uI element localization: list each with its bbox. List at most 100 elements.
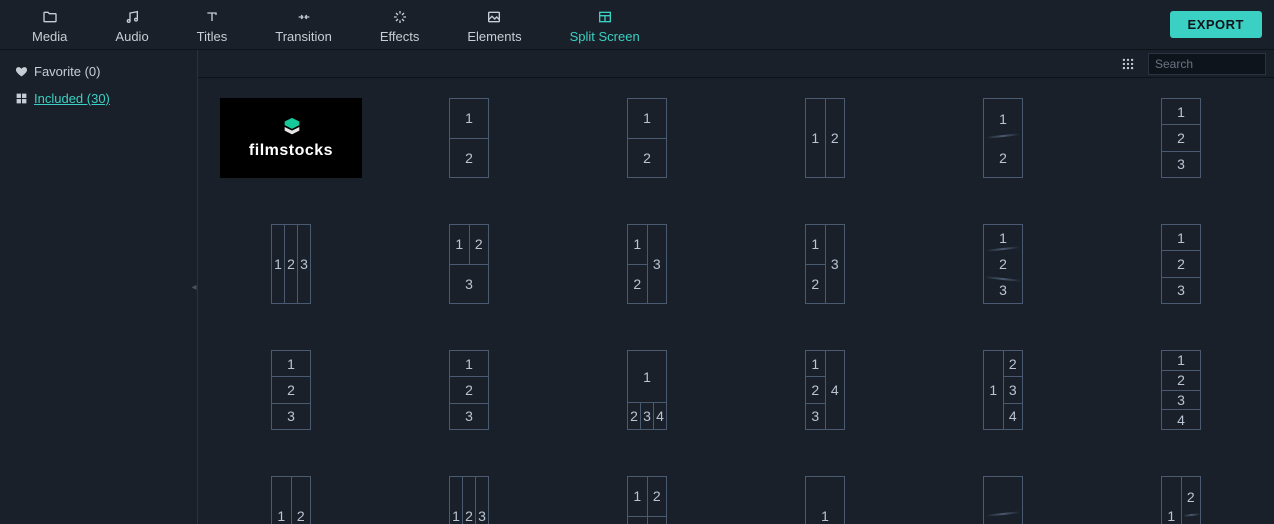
filmstocks-name: filmstocks — [249, 142, 333, 160]
layout-q22[interactable]: 1234 — [627, 476, 667, 524]
layout-v2a[interactable]: 12 — [449, 98, 489, 178]
layout-cell-wrap[interactable]: 1234 — [568, 350, 726, 430]
layout-cell-wrap[interactable]: 123 — [390, 350, 548, 430]
layout-cell: 4 — [653, 403, 666, 429]
layout-l1r2d[interactable]: 123 — [1161, 476, 1201, 524]
layout-diagx[interactable] — [983, 476, 1023, 524]
layout-l3r1[interactable]: 1234 — [805, 350, 845, 430]
layout-cell: 1 — [450, 99, 488, 138]
layout-l2r1b[interactable]: 123 — [805, 224, 845, 304]
layout-cell-wrap[interactable]: filmstocks — [212, 98, 370, 178]
view-grid-toggle[interactable] — [1118, 54, 1138, 74]
filmstocks-promo[interactable]: filmstocks — [220, 98, 362, 178]
sidebar-collapse-handle[interactable]: ◂ — [190, 275, 198, 299]
layout-v2d[interactable]: 12 — [983, 98, 1023, 178]
layout-col: 23 — [1181, 477, 1201, 524]
layout-cell: 3 — [298, 225, 310, 303]
split-icon — [597, 9, 613, 25]
layout-cell-wrap[interactable]: 1234 — [568, 476, 726, 524]
layout-h2[interactable]: 12 — [805, 98, 845, 178]
layout-l1r3[interactable]: 1234 — [983, 350, 1023, 430]
layout-t2b1[interactable]: 123 — [449, 224, 489, 304]
layout-v3c[interactable]: 123 — [271, 350, 311, 430]
tab-media[interactable]: Media — [8, 0, 91, 49]
layout-cell-wrap[interactable]: 12 — [924, 98, 1082, 178]
layout-cell-wrap[interactable]: 123 — [390, 224, 548, 304]
tab-label: Titles — [197, 29, 228, 44]
layout-v3d[interactable]: 123 — [983, 224, 1023, 304]
layout-cell: 3 — [806, 403, 825, 429]
layout-cell-wrap[interactable]: 12 — [568, 98, 726, 178]
search-input[interactable] — [1155, 57, 1274, 71]
tab-split-screen[interactable]: Split Screen — [546, 0, 664, 49]
layout-t1b3[interactable]: 1234 — [627, 350, 667, 430]
layout-cell-wrap[interactable]: 123 — [1102, 224, 1260, 304]
layout-cell-wrap[interactable]: 123 — [924, 224, 1082, 304]
tab-label: Effects — [380, 29, 420, 44]
layout-cell-wrap[interactable]: 1 — [746, 476, 904, 524]
layout-cell-wrap[interactable]: 1234 — [746, 350, 904, 430]
layout-cell: 3 — [476, 477, 488, 524]
tab-elements[interactable]: Elements — [443, 0, 545, 49]
layout-cell: 4 — [1004, 403, 1023, 429]
layout-v3b[interactable]: 123 — [1161, 224, 1201, 304]
layout-col: 1 — [272, 477, 291, 524]
layout-cell: 3 — [272, 403, 310, 429]
layout-cell: 2 — [826, 99, 845, 177]
sidebar-item-label[interactable]: Included (30) — [34, 91, 110, 106]
layout-cell-wrap[interactable]: 123 — [212, 350, 370, 430]
layout-col: 1 — [272, 225, 284, 303]
layout-cell-wrap[interactable] — [924, 476, 1082, 524]
layout-cell-wrap[interactable]: 1234 — [924, 350, 1082, 430]
layout-col: 1 — [1162, 477, 1181, 524]
tab-effects[interactable]: Effects — [356, 0, 444, 49]
sidebar-item-included[interactable]: Included (30) — [12, 85, 185, 112]
tab-label: Split Screen — [570, 29, 640, 44]
layout-v2b[interactable]: 12 — [627, 98, 667, 178]
layout-cell-wrap[interactable]: 123 — [568, 224, 726, 304]
layout-v3a[interactable]: 123 — [1161, 98, 1201, 178]
transition-icon — [296, 9, 312, 25]
layout-col: 1 — [450, 477, 462, 524]
layout-cell-wrap[interactable]: 123 — [1102, 476, 1260, 524]
layout-h3[interactable]: 123 — [271, 224, 311, 304]
layouts-grid-scroll[interactable]: filmstocks121212121231231231231231231231… — [198, 78, 1274, 524]
layout-row: 234 — [628, 402, 666, 429]
layout-cell: 1 — [806, 225, 825, 264]
layout-cell-wrap[interactable]: 123 — [212, 224, 370, 304]
layout-cell-wrap[interactable]: 12 — [212, 476, 370, 524]
tab-titles[interactable]: Titles — [173, 0, 252, 49]
layout-v3e[interactable]: 123 — [449, 350, 489, 430]
layout-t1b0[interactable]: 1 — [805, 476, 845, 524]
layout-col: 2 — [462, 477, 475, 524]
layout-cell-wrap[interactable]: 123 — [746, 224, 904, 304]
layout-cell-wrap[interactable]: 12 — [390, 98, 548, 178]
layout-cell-wrap[interactable]: 123 — [1102, 98, 1260, 178]
tab-audio[interactable]: Audio — [91, 0, 172, 49]
export-button[interactable]: EXPORT — [1170, 11, 1262, 38]
layout-l2r1[interactable]: 123 — [627, 224, 667, 304]
grid-icon — [14, 92, 28, 106]
layout-col: 3 — [297, 225, 310, 303]
layout-x[interactable]: 12 — [271, 476, 311, 524]
layout-cell-wrap[interactable]: 123 — [390, 476, 548, 524]
tab-label: Media — [32, 29, 67, 44]
layout-cell — [984, 516, 1022, 524]
layout-col: 2 — [284, 225, 297, 303]
layout-h3b[interactable]: 123 — [449, 476, 489, 524]
layout-cell-wrap[interactable]: 12 — [746, 98, 904, 178]
music-icon — [124, 9, 140, 25]
sidebar-item-favorite[interactable]: Favorite (0) — [12, 58, 185, 85]
layout-cell: 2 — [628, 403, 640, 429]
layout-col: 3 — [825, 225, 845, 303]
tab-label: Elements — [467, 29, 521, 44]
layout-v4[interactable]: 1234 — [1161, 350, 1201, 430]
layout-cell-wrap[interactable]: 1234 — [1102, 350, 1260, 430]
layout-col: 1 — [806, 99, 825, 177]
layout-cell: 2 — [1162, 250, 1200, 276]
layout-row: 34 — [628, 516, 666, 524]
layout-cell: 4 — [647, 517, 667, 524]
layout-cell: 3 — [648, 225, 667, 303]
layout-cell: 2 — [463, 477, 475, 524]
tab-transition[interactable]: Transition — [251, 0, 356, 49]
